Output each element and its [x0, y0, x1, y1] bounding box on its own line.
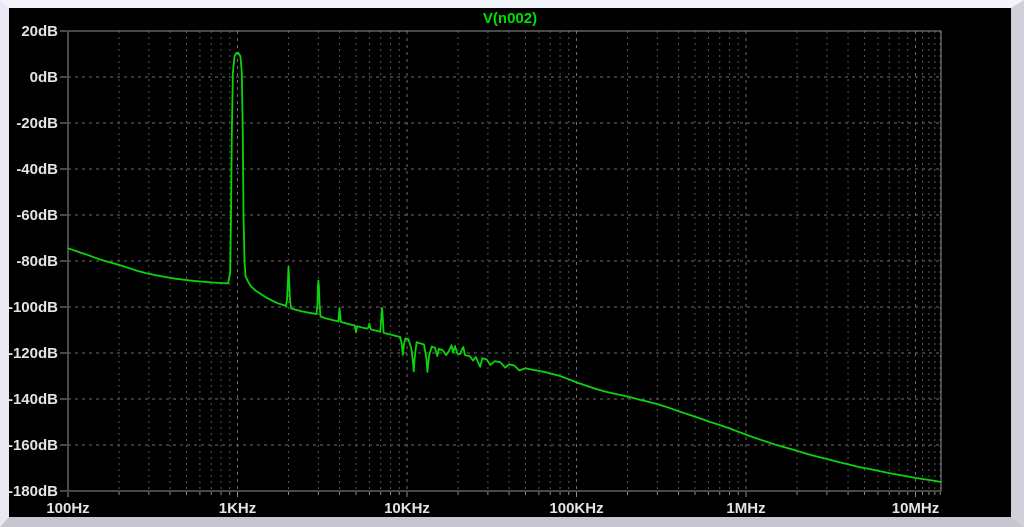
x-axis-label: 100Hz [46, 500, 89, 517]
x-axis-label: 100KHz [549, 500, 603, 517]
y-axis-label: -180dB [9, 483, 58, 500]
y-axis-label: -80dB [16, 253, 58, 270]
x-axis-label: 1MHz [726, 500, 765, 517]
y-axis-label: 0dB [30, 69, 59, 86]
x-axis-label: 10KHz [384, 500, 430, 517]
plot-canvas[interactable]: 20dB 0dB -20dB -40dB -60dB -80dB -100dB -120dB -… [9, 8, 1011, 517]
trace-v-n002 [68, 53, 941, 482]
y-axis-label: -160dB [9, 437, 58, 454]
y-axis-label: -40dB [16, 161, 58, 178]
y-axis-label: -120dB [9, 345, 58, 362]
x-axis-label: 1KHz [219, 500, 257, 517]
waveform-viewer-window: V(n002) 20dB0dB-20dB-40dB-60dB-80dB-100d… [0, 0, 1024, 527]
y-axis-label: -60dB [16, 207, 58, 224]
y-axis-label: -140dB [9, 391, 58, 408]
y-axis-label: -100dB [9, 299, 58, 316]
x-axis-label: 10MHz [892, 500, 940, 517]
y-axis-label: 20dB [21, 23, 58, 40]
y-axis-label: -20dB [16, 115, 58, 132]
